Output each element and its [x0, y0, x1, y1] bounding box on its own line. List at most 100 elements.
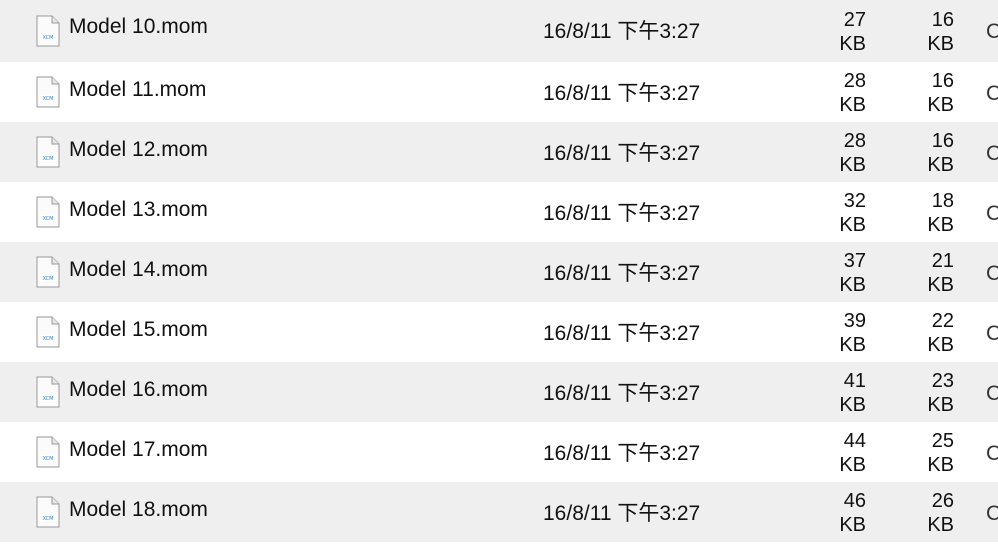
- size-unit: KB: [927, 94, 954, 116]
- file-name: Model 12.mom: [69, 138, 208, 161]
- size-value: 26: [931, 490, 954, 512]
- file-name: Model 15.mom: [69, 318, 208, 341]
- date-modified: 16/8/11 下午3:27: [543, 442, 701, 465]
- size-unit: KB: [927, 454, 954, 476]
- size-value: 32: [843, 190, 866, 212]
- date-modified: 16/8/11 下午3:27: [543, 82, 701, 105]
- size-unit: KB: [839, 214, 866, 236]
- file-row[interactable]: XCM Model 17.mom 16/8/11 下午3:27 44 KB 25…: [0, 422, 998, 482]
- file-kind: C: [986, 20, 998, 43]
- file-row[interactable]: XCM Model 12.mom 16/8/11 下午3:27 28 KB 16…: [0, 122, 998, 182]
- size-unit: KB: [839, 514, 866, 536]
- size-column-a: 32 KB: [806, 189, 866, 237]
- size-column-b: 16 KB: [894, 8, 954, 56]
- date-modified: 16/8/11 下午3:27: [543, 142, 701, 165]
- size-unit: KB: [927, 214, 954, 236]
- document-file-icon: XCM: [35, 496, 61, 528]
- size-value: 27: [843, 9, 866, 31]
- size-unit: KB: [927, 334, 954, 356]
- file-kind: C: [986, 502, 998, 525]
- size-column-a: 28 KB: [806, 69, 866, 117]
- size-value: 16: [931, 130, 954, 152]
- size-value: 41: [843, 370, 866, 392]
- size-value: 46: [843, 490, 866, 512]
- date-modified: 16/8/11 下午3:27: [543, 262, 701, 285]
- size-column-a: 46 KB: [806, 489, 866, 537]
- file-name: Model 16.mom: [69, 378, 208, 401]
- size-column-b: 18 KB: [894, 189, 954, 237]
- size-column-a: 37 KB: [806, 249, 866, 297]
- size-column-b: 23 KB: [894, 369, 954, 417]
- size-unit: KB: [839, 454, 866, 476]
- date-modified: 16/8/11 下午3:27: [543, 382, 701, 405]
- file-kind: C: [986, 82, 998, 105]
- file-name: Model 13.mom: [69, 198, 208, 221]
- size-unit: KB: [927, 154, 954, 176]
- size-unit: KB: [927, 514, 954, 536]
- file-name: Model 17.mom: [69, 438, 208, 461]
- date-modified: 16/8/11 下午3:27: [543, 20, 701, 43]
- size-unit: KB: [927, 274, 954, 296]
- size-column-b: 25 KB: [894, 429, 954, 477]
- file-kind: C: [986, 322, 998, 345]
- size-column-a: 27 KB: [806, 8, 866, 56]
- file-row[interactable]: XCM Model 18.mom 16/8/11 下午3:27 46 KB 26…: [0, 482, 998, 542]
- size-column-b: 16 KB: [894, 69, 954, 117]
- size-value: 39: [843, 310, 866, 332]
- size-value: 16: [931, 70, 954, 92]
- file-kind: C: [986, 202, 998, 225]
- document-file-icon: XCM: [35, 196, 61, 228]
- size-value: 28: [843, 130, 866, 152]
- size-value: 28: [843, 70, 866, 92]
- size-unit: KB: [839, 33, 866, 55]
- date-modified: 16/8/11 下午3:27: [543, 322, 701, 345]
- size-value: 23: [931, 370, 954, 392]
- icon-badge-label: XCM: [43, 336, 54, 342]
- size-column-a: 28 KB: [806, 129, 866, 177]
- document-file-icon: XCM: [35, 376, 61, 408]
- size-column-b: 21 KB: [894, 249, 954, 297]
- size-column-a: 44 KB: [806, 429, 866, 477]
- document-file-icon: XCM: [35, 256, 61, 288]
- size-column-b: 22 KB: [894, 309, 954, 357]
- document-file-icon: XCM: [35, 436, 61, 468]
- size-column-a: 41 KB: [806, 369, 866, 417]
- document-file-icon: XCM: [35, 136, 61, 168]
- file-kind: C: [986, 442, 998, 465]
- size-column-b: 26 KB: [894, 489, 954, 537]
- file-row[interactable]: XCM Model 13.mom 16/8/11 下午3:27 32 KB 18…: [0, 182, 998, 242]
- size-unit: KB: [927, 394, 954, 416]
- file-kind: C: [986, 262, 998, 285]
- file-name: Model 11.mom: [69, 78, 207, 101]
- file-name: Model 18.mom: [69, 498, 208, 521]
- file-row[interactable]: XCM Model 15.mom 16/8/11 下午3:27 39 KB 22…: [0, 302, 998, 362]
- date-modified: 16/8/11 下午3:27: [543, 202, 701, 225]
- icon-badge-label: XCM: [43, 396, 54, 402]
- size-unit: KB: [839, 94, 866, 116]
- file-list: XCM Model 10.mom 16/8/11 下午3:27 27 KB 16…: [0, 0, 998, 546]
- size-unit: KB: [839, 394, 866, 416]
- size-value: 22: [931, 310, 954, 332]
- date-modified: 16/8/11 下午3:27: [543, 502, 701, 525]
- document-file-icon: XCM: [35, 15, 61, 47]
- size-value: 44: [843, 430, 866, 452]
- size-unit: KB: [839, 274, 866, 296]
- size-unit: KB: [927, 33, 954, 55]
- file-name: Model 10.mom: [69, 15, 208, 38]
- file-row[interactable]: XCM Model 16.mom 16/8/11 下午3:27 41 KB 23…: [0, 362, 998, 422]
- icon-badge-label: XCM: [43, 516, 54, 522]
- size-unit: KB: [839, 334, 866, 356]
- file-kind: C: [986, 142, 998, 165]
- file-row[interactable]: XCM Model 14.mom 16/8/11 下午3:27 37 KB 21…: [0, 242, 998, 302]
- document-file-icon: XCM: [35, 76, 61, 108]
- size-value: 25: [931, 430, 954, 452]
- file-name: Model 14.mom: [69, 258, 208, 281]
- file-row[interactable]: XCM Model 10.mom 16/8/11 下午3:27 27 KB 16…: [0, 0, 998, 62]
- file-row[interactable]: XCM Model 11.mom 16/8/11 下午3:27 28 KB 16…: [0, 62, 998, 122]
- size-column-b: 16 KB: [894, 129, 954, 177]
- document-file-icon: XCM: [35, 316, 61, 348]
- icon-badge-label: XCM: [43, 96, 54, 102]
- icon-badge-label: XCM: [43, 35, 54, 41]
- file-kind: C: [986, 382, 998, 405]
- icon-badge-label: XCM: [43, 456, 54, 462]
